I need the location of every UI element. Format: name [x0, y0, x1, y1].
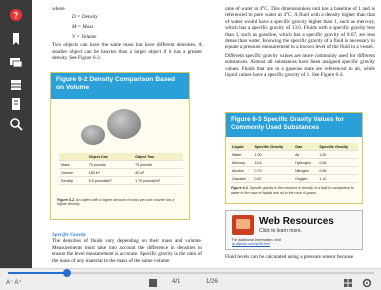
table-cell: Alcohol: [230, 166, 253, 175]
table-header-row: Object One Object Two: [59, 153, 183, 161]
table-row: Density 0.5 pounds/in³ 1.75 pounds/in³: [59, 176, 183, 185]
object-two-shape: [81, 125, 105, 145]
right-column: ume of water at 4°C. This dimensionless …: [225, 6, 375, 78]
table-cell: Nitrogen: [293, 166, 318, 175]
table-cell: Density: [59, 176, 87, 185]
font-size-button[interactable]: A⁻ A⁺: [6, 279, 22, 286]
figure-6-3[interactable]: Figure 6-3 Specific Gravity Values for C…: [225, 112, 363, 204]
grid-icon[interactable]: [343, 278, 353, 288]
table-header-cell: Specific Gravity: [317, 143, 358, 151]
variable-mass: M = Mass: [72, 24, 94, 31]
bottom-toolbar: A⁻ A⁺ 4/1 1/26: [0, 268, 381, 290]
figure-title: Figure 6-3 Specific Gravity Values for C…: [226, 113, 362, 137]
caption-label: Figure 6-3.: [231, 186, 249, 190]
table-cell: Hydrogen: [293, 158, 318, 167]
search-icon[interactable]: [9, 117, 23, 131]
table-cell: Mass: [59, 160, 87, 169]
table-cell: 1.75 pounds/in³: [133, 176, 183, 185]
paragraph-water-baseline: ume of water at 4°C. This dimensionless …: [225, 6, 375, 51]
variable-list: D = Density M = Mass V = Volume: [72, 12, 202, 42]
table-cell: 0.06: [317, 158, 358, 167]
left-toolbar: ?: [0, 0, 32, 290]
left-column-bottom: Specific Gravity The densities of fluids…: [52, 232, 202, 264]
table-cell: 150 in³: [86, 168, 134, 177]
table-cell: 1.00: [317, 150, 358, 159]
paragraph-densities: Two objects can have the same mass but h…: [52, 42, 202, 62]
table-cell: Mercury: [230, 158, 253, 167]
object-one-shape: [107, 109, 141, 139]
table-cell: 40 in³: [133, 168, 183, 177]
ebook-page: where D = Density M = Mass V = Volume Tw…: [32, 0, 381, 268]
table-header-cell: Liquid: [230, 143, 253, 151]
table-cell: 0.5 pounds/in³: [86, 176, 134, 185]
table-header-row: Liquid Specific Gravity Gas Specific Gra…: [230, 143, 358, 151]
left-column: where D = Density M = Mass V = Volume Tw…: [52, 6, 202, 62]
web-resources-title: Web Resources: [259, 216, 334, 227]
web-resources-text: For additional information, visit qr.atp…: [232, 238, 281, 247]
progress-thumb[interactable]: [62, 269, 71, 277]
figure-6-2[interactable]: Figure 6-2 Density Comparison Based on V…: [50, 72, 190, 220]
table-cell: 75 pounds: [86, 160, 134, 169]
paragraph-substances: Different specific gravity values are mo…: [225, 52, 375, 79]
figure-body: Object One Object Two Mass 75 pounds 75 …: [51, 99, 189, 209]
paragraph-specific-gravity: The densities of fluids vary depending o…: [52, 238, 202, 264]
table-row: Gasoline 0.67 Oxygen 1.10: [230, 174, 358, 183]
figure-caption: Figure 6-3. Specific gravity is the meas…: [226, 183, 362, 198]
book-icon[interactable]: [9, 97, 23, 111]
web-resources-icon: [232, 215, 254, 235]
table-cell: 75 pounds: [133, 160, 183, 169]
table-row: Volume 150 in³ 40 in³: [59, 168, 183, 177]
play-icon[interactable]: [148, 278, 158, 288]
table-cell: Volume: [59, 168, 87, 177]
web-resources-button[interactable]: Web Resources Click to learn more. For a…: [225, 210, 363, 250]
variable-density: D = Density: [72, 14, 98, 21]
table-row: Alcohol 0.79 Nitrogen 0.96: [230, 166, 358, 175]
page-total: 1/26: [206, 279, 218, 285]
table-cell: Oxygen: [293, 174, 318, 183]
table-row: Mercury 13.6 Hydrogen 0.06: [230, 158, 358, 167]
figure-caption: Figure 6-2. An object with a higher amou…: [57, 198, 185, 207]
page-progress-slider[interactable]: [8, 269, 374, 277]
caption-label: Figure 6-2.: [57, 197, 76, 202]
table-row: Water 1.00 Air 1.00: [230, 150, 358, 159]
bookmark-icon[interactable]: [9, 32, 23, 46]
table-cell: Air: [293, 150, 318, 159]
chat-icon[interactable]: [9, 56, 23, 70]
table-header-cell: Gas: [293, 143, 318, 151]
table-cell: 0.67: [252, 174, 294, 183]
table-cell: 13.6: [252, 158, 294, 167]
table-cell: 1.00: [252, 150, 294, 159]
web-resources-subtitle: Click to learn more.: [259, 228, 303, 234]
table-cell: 1.10: [317, 174, 358, 183]
figure-title: Figure 6-2 Density Comparison Based on V…: [51, 73, 189, 99]
table-header-cell: Specific Gravity: [252, 143, 294, 151]
right-column-bottom: Fluid levels can be calculated using a p…: [225, 254, 354, 260]
variable-volume: V = Volume: [72, 34, 97, 41]
caption-text: An object with a higher amount of mass p…: [57, 197, 175, 207]
table-header-cell: Object One: [86, 153, 134, 161]
page-number: 4/1: [172, 279, 181, 285]
table-cell: Gasoline: [230, 174, 253, 183]
specific-gravity-table: Liquid Specific Gravity Gas Specific Gra…: [230, 143, 358, 183]
density-table: Object One Object Two Mass 75 pounds 75 …: [59, 153, 183, 185]
help-icon[interactable]: ?: [9, 8, 23, 22]
table-cell: 0.79: [252, 166, 294, 175]
progress-fill: [8, 272, 67, 274]
layers-icon[interactable]: [9, 78, 23, 92]
svg-text:?: ?: [14, 11, 19, 20]
table-row: Mass 75 pounds 75 pounds: [59, 160, 183, 169]
settings-icon[interactable]: [362, 278, 372, 288]
web-resources-link[interactable]: qr.atpedu.com/pi/ID.htm: [232, 242, 270, 246]
caption-text: Specific gravity is the measure of densi…: [231, 186, 354, 195]
table-cell: Water: [230, 150, 253, 159]
table-header-cell: [59, 153, 87, 161]
table-cell: 0.96: [317, 166, 358, 175]
table-header-cell: Object Two: [133, 153, 183, 161]
